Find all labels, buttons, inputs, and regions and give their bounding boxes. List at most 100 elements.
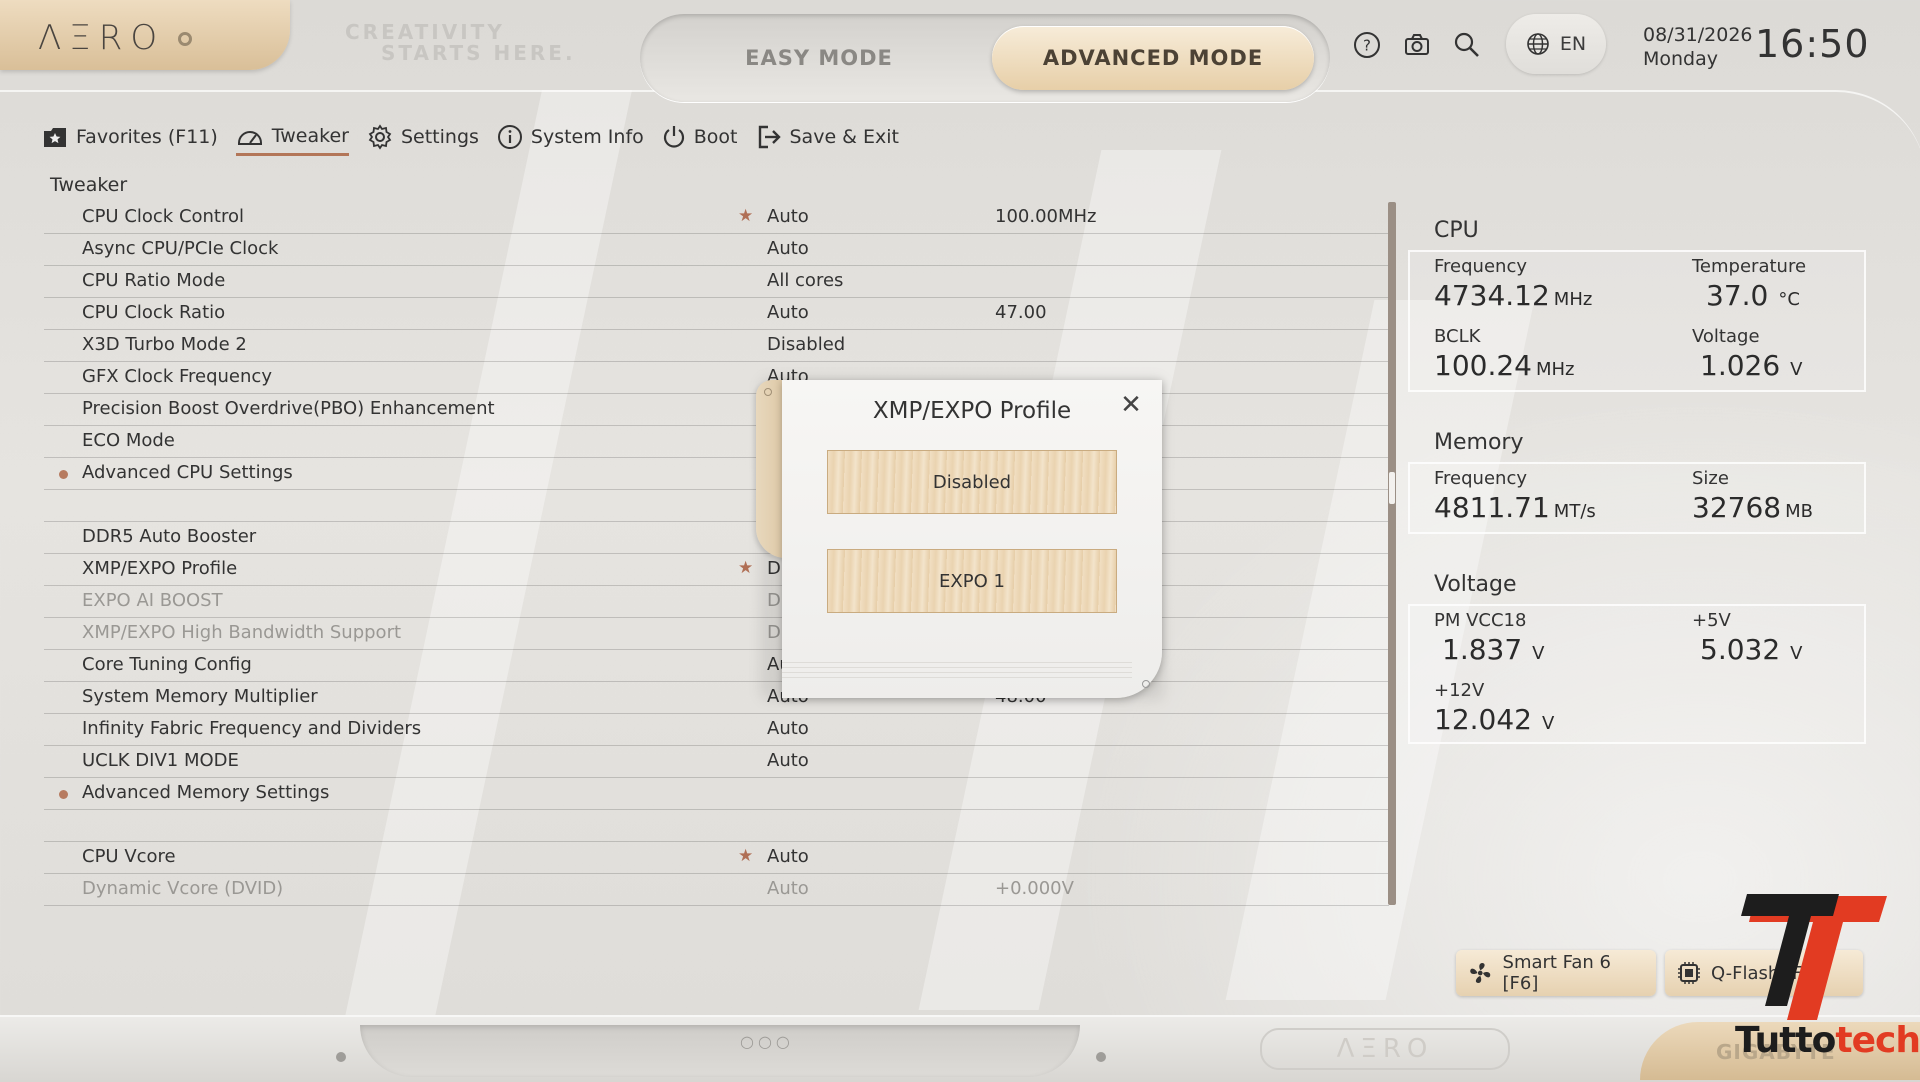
help-icon[interactable]: ? [1352, 30, 1382, 60]
plus-5v: +5V 5.032 V [1692, 610, 1803, 666]
setting-row[interactable]: Advanced CPU Settings [44, 458, 1389, 490]
submenu-bullet-icon [59, 470, 68, 479]
metric-value: 5.032 [1700, 633, 1781, 666]
plus-12v: +12V 12.042 V [1434, 680, 1554, 736]
metric-unit: MB [1785, 501, 1813, 522]
setting-name: GFX Clock Frequency [82, 366, 272, 387]
tab-boot[interactable]: Boot [662, 124, 738, 156]
settings-scrollbar[interactable] [1388, 202, 1396, 905]
memory-size: Size 32768 MB [1692, 468, 1813, 524]
setting-row[interactable]: Precision Boost Overdrive(PBO) Enhanceme… [44, 394, 1389, 426]
metric-label: Frequency [1434, 468, 1527, 489]
favorite-star-icon[interactable]: ★ [738, 846, 753, 866]
watermark-part-2: tech [1835, 1020, 1920, 1061]
setting-value[interactable]: Auto [767, 750, 809, 771]
cpu-monitor-title: CPU [1434, 218, 1479, 243]
setting-row[interactable]: EXPO AI BOOST Di [44, 586, 1389, 618]
tab-label: System Info [530, 126, 644, 148]
smart-fan-button[interactable]: Smart Fan 6 [F6] [1456, 950, 1656, 996]
dock-handle[interactable]: ○○○ [740, 1032, 794, 1051]
setting-row[interactable]: CPU Clock Ratio Auto 47.00 [44, 298, 1389, 330]
date: 08/31/2026 [1643, 24, 1753, 46]
setting-row[interactable]: CPU Clock Control ★ Auto 100.00MHz [44, 202, 1389, 234]
tab-settings[interactable]: Settings [367, 124, 479, 156]
setting-value[interactable]: Auto [767, 718, 809, 739]
cpu-bclk: BCLK 100.24 MHz [1434, 326, 1575, 382]
tab-favorites[interactable]: Favorites (F11) [42, 124, 218, 156]
metric-unit: V [1541, 713, 1555, 734]
option-disabled[interactable]: Disabled [827, 450, 1117, 514]
setting-row [44, 490, 1389, 522]
advanced-mode-button[interactable]: ADVANCED MODE [992, 26, 1314, 90]
setting-row[interactable]: CPU Ratio Mode All cores [44, 266, 1389, 298]
watermark-part-1: Tutto [1735, 1020, 1836, 1061]
setting-row[interactable]: Dynamic Vcore (DVID) Auto +0.000V [44, 874, 1389, 906]
setting-value[interactable]: Auto [767, 878, 809, 899]
setting-row[interactable]: CPU Vcore ★ Auto [44, 842, 1389, 874]
date-display: 08/31/2026 Monday [1643, 23, 1753, 71]
cpu-monitor: Frequency 4734.12 MHz Temperature 37.0 °C … [1408, 250, 1866, 392]
setting-value[interactable]: Disabled [767, 334, 845, 355]
clock: 16:50 [1755, 22, 1870, 66]
setting-row[interactable]: Core Tuning Config Au [44, 650, 1389, 682]
exit-icon [758, 125, 781, 149]
xmp-expo-profile-dialog: XMP/EXPO Profile ✕ Disabled EXPO 1 [782, 380, 1162, 698]
footer-aero-logo: ΛΞRO [1260, 1028, 1510, 1070]
setting-row[interactable]: UCLK DIV1 MODE Auto [44, 746, 1389, 778]
metric-value: 37.0 [1706, 279, 1769, 312]
memory-monitor: Frequency 4811.71 MT/s Size 32768 MB [1408, 462, 1866, 534]
cpu-frequency: Frequency 4734.12 MHz [1434, 256, 1592, 312]
setting-row[interactable]: System Memory MultiplierAuto48.00 [44, 682, 1389, 714]
memory-frequency: Frequency 4811.71 MT/s [1434, 468, 1596, 524]
metric-unit: V [1532, 643, 1545, 664]
info-icon [497, 125, 522, 149]
setting-row [44, 810, 1389, 842]
easy-mode-button[interactable]: EASY MODE [658, 26, 980, 90]
metric-unit: MHz [1553, 289, 1593, 310]
setting-row[interactable]: GFX Clock Frequency Auto [44, 362, 1389, 394]
logo-ring-icon [178, 32, 192, 46]
search-icon[interactable] [1452, 30, 1482, 60]
scrollbar-thumb[interactable] [1389, 472, 1395, 504]
favorite-star-icon[interactable]: ★ [738, 206, 753, 226]
metric-label: Frequency [1434, 256, 1527, 277]
setting-row[interactable]: Advanced Memory Settings [44, 778, 1389, 810]
metric-value: 1.026 [1700, 349, 1781, 382]
metric-label: BCLK [1434, 326, 1481, 347]
setting-name: XMP/EXPO High Bandwidth Support [82, 622, 402, 643]
setting-row[interactable]: X3D Turbo Mode 2 Disabled [44, 330, 1389, 362]
setting-value[interactable]: Auto [767, 206, 809, 227]
fan-icon [1470, 962, 1491, 984]
gear-icon [368, 124, 392, 150]
setting-name: Infinity Fabric Frequency and Dividers [82, 718, 422, 739]
setting-row[interactable]: Infinity Fabric Frequency and Dividers Au… [44, 714, 1389, 746]
option-expo-1[interactable]: EXPO 1 [827, 549, 1117, 613]
favorite-star-icon[interactable]: ★ [738, 558, 753, 578]
setting-value[interactable]: Auto [767, 302, 809, 323]
close-icon[interactable]: ✕ [1116, 390, 1146, 420]
tab-tweaker[interactable]: Tweaker [235, 124, 349, 156]
tab-save-exit[interactable]: Save & Exit [756, 124, 899, 156]
tab-system-info[interactable]: System Info [497, 124, 644, 156]
pm-vcc18: PM VCC18 1.837 V [1434, 610, 1545, 666]
setting-row[interactable]: XMP/EXPO High Bandwidth Support Di [44, 618, 1389, 650]
tab-label: Favorites (F11) [76, 126, 218, 148]
camera-icon[interactable] [1402, 30, 1432, 60]
setting-value[interactable]: Auto [767, 238, 809, 259]
setting-row[interactable]: XMP/EXPO Profile ★ Di [44, 554, 1389, 586]
metric-unit: °C [1778, 289, 1800, 310]
setting-row[interactable]: Async CPU/PCIe Clock Auto [44, 234, 1389, 266]
setting-name: ECO Mode [82, 430, 175, 451]
settings-list: CPU Clock Control ★ Auto 100.00MHz Async CPU… [44, 202, 1389, 906]
setting-row[interactable]: ECO Mode [44, 426, 1389, 458]
setting-value[interactable]: Auto [767, 846, 809, 867]
setting-value[interactable]: All cores [767, 270, 843, 291]
metric-value: 1.837 [1442, 633, 1523, 666]
language-button[interactable]: EN [1506, 14, 1606, 74]
setting-name: Precision Boost Overdrive(PBO) Enhanceme… [82, 398, 495, 419]
slogan-line-1: CREATIVITY [345, 20, 505, 44]
setting-row[interactable]: DDR5 Auto Booster [44, 522, 1389, 554]
metric-label: +5V [1692, 610, 1731, 631]
setting-current-value: +0.000V [995, 878, 1074, 899]
setting-name: Advanced CPU Settings [82, 462, 293, 483]
